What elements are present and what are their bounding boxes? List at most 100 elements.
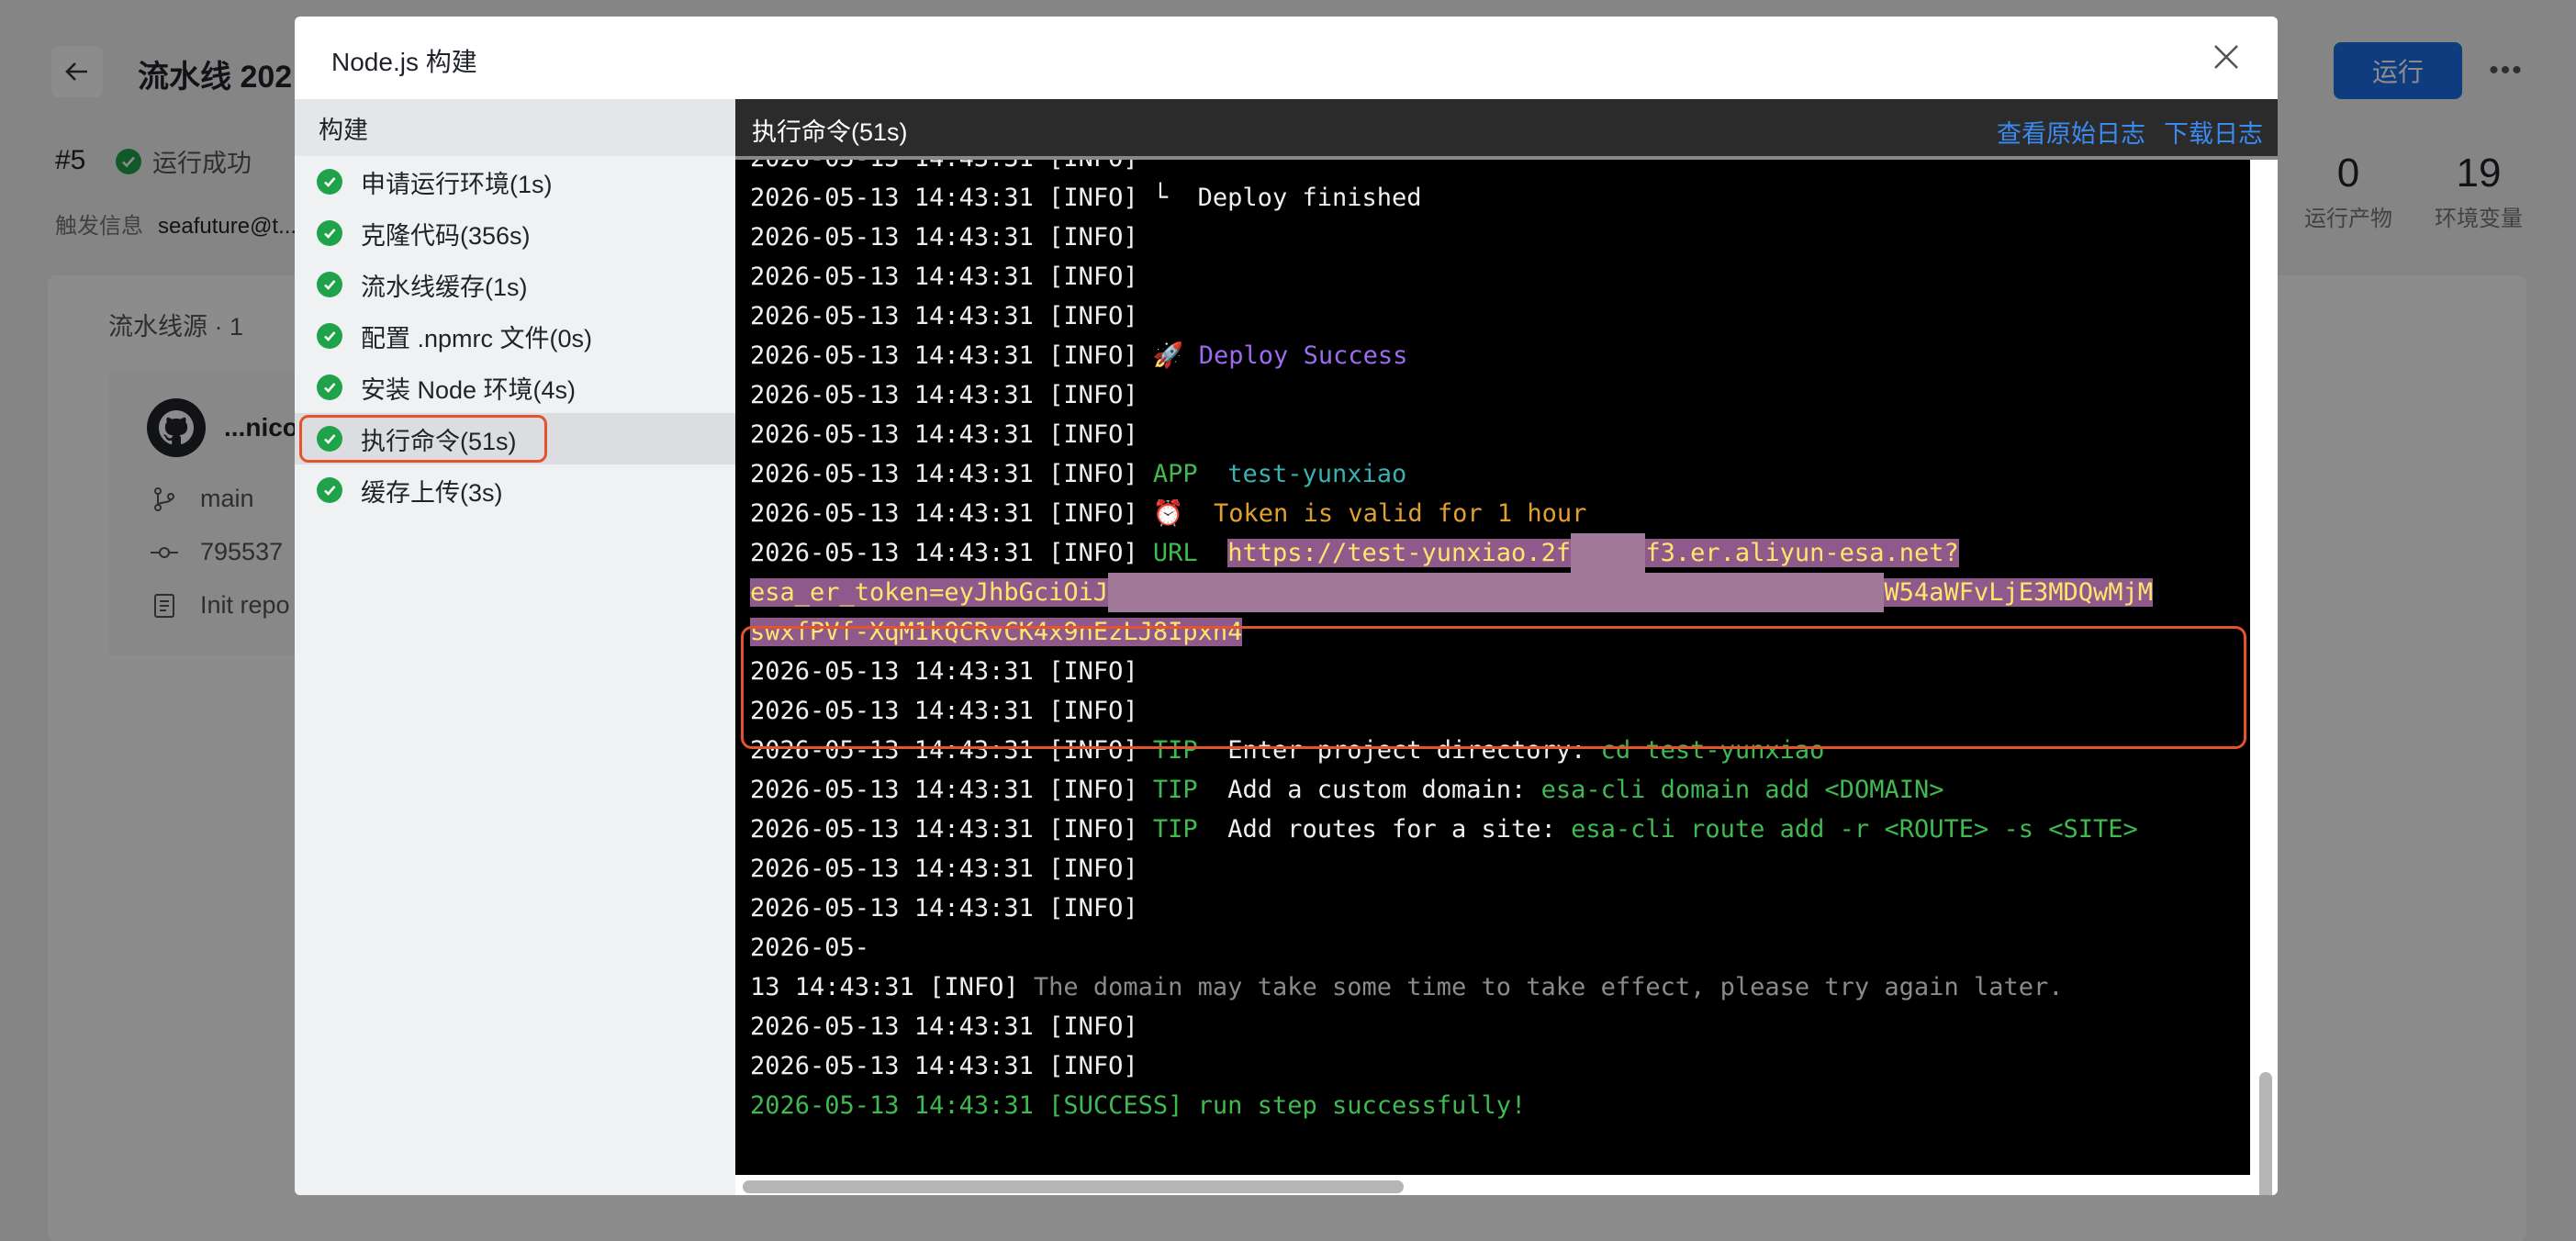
download-log-link[interactable]: 下载日志: [2164, 114, 2263, 150]
check-icon: [317, 477, 342, 503]
step-item[interactable]: 配置 .npmrc 文件(0s): [295, 310, 735, 362]
tip-command: esa-cli route add -r <ROUTE> -s <SITE>: [1571, 815, 2138, 844]
step-label: 申请运行环境(1s): [361, 170, 553, 198]
log-prefix: 2026-05-13 14:43:31 [INFO]: [750, 263, 1138, 291]
close-button[interactable]: [2206, 37, 2246, 77]
view-raw-log-link[interactable]: 查看原始日志: [1997, 114, 2145, 150]
log-title: 执行命令(51s): [752, 118, 908, 146]
sidebar-header: 构建: [295, 99, 735, 156]
log-prefix: 2026-05-13 14:43:31 [INFO]: [750, 894, 1138, 922]
check-icon: [317, 272, 342, 297]
redacted-block: [1108, 573, 1885, 612]
active-step-highlight: [299, 415, 547, 463]
step-label: 缓存上传(3s): [361, 478, 503, 507]
log-text: Deploy Success: [1198, 341, 1408, 370]
log-text: APP: [1152, 460, 1198, 488]
step-item[interactable]: 克隆代码(356s): [295, 207, 735, 259]
log-text: Enter project directory:: [1227, 736, 1601, 765]
log-line: 2026-05-13 14:43:31 [INFO]: [750, 849, 2250, 889]
log-text: test-yunxiao: [1197, 460, 1407, 488]
log-prefix: 2026-05-13 14:43:31 [INFO]: [750, 776, 1138, 804]
tip-key: TIP: [1152, 736, 1198, 765]
url-text: W54aWFvLjE3MDQwMjM: [1884, 578, 2154, 607]
log-prefix: 13 14:43:31 [INFO]: [750, 973, 1019, 1001]
log-line: esa_er_token=eyJhbGciOiJ W54aWFvLjE3MDQw…: [750, 573, 2250, 612]
log-line: 2026-05-13 14:43:31 [INFO]: [750, 652, 2250, 691]
check-icon: [317, 323, 342, 349]
log-terminal[interactable]: 2026-05-13 14:43:31 [INFO]2026-05-13 14:…: [735, 160, 2250, 1175]
log-line: 2026-05-13 14:43:31 [INFO]: [750, 257, 2250, 296]
log-line: 2026-05-13 14:43:31 [INFO]: [750, 296, 2250, 336]
log-text: Token is valid for 1 hour: [1198, 499, 1587, 528]
log-line: 2026-05-13 14:43:31 [INFO] ⏰ Token is va…: [750, 494, 2250, 533]
step-item[interactable]: 申请运行环境(1s): [295, 156, 735, 207]
step-item[interactable]: 缓存上传(3s): [295, 464, 735, 516]
log-line: 2026-05-13 14:43:31 [INFO]: [750, 375, 2250, 415]
log-line: swxfPVf-XqM1kQCRvCK4x9nEzLJ8Ipxn4: [750, 612, 2250, 652]
log-line: 2026-05-13 14:43:31 [INFO] 🚀 Deploy Succ…: [750, 336, 2250, 375]
steps-list: 申请运行环境(1s) 克隆代码(356s) 流水线缓存(1s) 配置 .npmrc 文…: [295, 156, 735, 516]
log-line: 2026-05-13 14:43:31 [INFO]: [750, 218, 2250, 257]
step-item[interactable]: 安装 Node 环境(4s): [295, 362, 735, 413]
log-prefix: 2026-05-13 14:43:31 [INFO]: [750, 736, 1138, 765]
log-line: 2026-05-13 14:43:31 [INFO] TIP Enter pro…: [750, 731, 2250, 770]
log-line: 2026-05-13 14:43:31 [INFO] TIP Add route…: [750, 810, 2250, 849]
step-item[interactable]: 执行命令(51s): [295, 413, 735, 464]
tip-command: esa-cli domain add <DOMAIN>: [1540, 776, 1944, 804]
log-line: 2026-05-13 14:43:31 [SUCCESS] run step s…: [750, 1086, 2250, 1125]
log-line: 2026-05-13 14:43:31 [INFO]: [750, 415, 2250, 454]
log-prefix: 2026-05-: [750, 934, 870, 962]
log-line: 2026-05-13 14:43:31 [INFO] └ Deploy fini…: [750, 178, 2250, 218]
log-line: 2026-05-13 14:43:31 [INFO]: [750, 889, 2250, 928]
log-prefix: 2026-05-13 14:43:31 [INFO]: [750, 697, 1138, 725]
log-prefix: 2026-05-13 14:43:31 [INFO]: [750, 855, 1138, 883]
step-label: 克隆代码(356s): [361, 221, 531, 250]
modal-title: Node.js 构建: [331, 48, 477, 76]
redacted-block: [1571, 533, 1646, 573]
log-prefix: 2026-05-13 14:43:31 [INFO]: [750, 1012, 1138, 1041]
log-line: 2026-05-13 14:43:31 [INFO] URL https://t…: [750, 533, 2250, 573]
log-prefix: 2026-05-13 14:43:31 [INFO]: [750, 420, 1138, 449]
log-prefix: 2026-05-13 14:43:31 [INFO]: [750, 184, 1138, 212]
log-prefix: 2026-05-13 14:43:31 [INFO]: [750, 815, 1138, 844]
log-prefix: 2026-05-13 14:43:31 [INFO]: [750, 302, 1138, 330]
check-icon: [317, 375, 342, 400]
log-line: 2026-05-: [750, 928, 2250, 967]
log-line: 2026-05-13 14:43:31 [INFO] APP test-yunx…: [750, 454, 2250, 494]
log-line: 2026-05-13 14:43:31 [INFO]: [750, 1007, 2250, 1046]
url-text: esa_er_token=eyJhbGciOiJ: [750, 578, 1109, 607]
close-icon: [2214, 45, 2238, 69]
tip-command: cd test-yunxiao: [1600, 736, 1825, 765]
log-text: The domain may take some time to take ef…: [1018, 973, 2064, 1001]
log-line: 2026-05-13 14:43:31 [INFO]: [750, 691, 2250, 731]
log-prefix: 2026-05-13 14:43:31 [INFO]: [750, 160, 1138, 173]
log-line: 2026-05-13 14:43:31 [INFO]: [750, 1046, 2250, 1086]
url-text: f3.er.aliyun-esa.net?: [1645, 539, 1959, 567]
vertical-scroll-thumb[interactable]: [2259, 1072, 2272, 1195]
build-log-modal: Node.js 构建 构建 申请运行环境(1s) 克隆代码(356s) 流水线缓存(…: [295, 17, 2278, 1195]
log-prefix: 2026-05-13 14:43:31 [INFO]: [750, 460, 1138, 488]
step-item[interactable]: 流水线缓存(1s): [295, 259, 735, 310]
modal-header: Node.js 构建: [295, 17, 2278, 99]
log-prefix: 2026-05-13 14:43:31 [INFO]: [750, 381, 1138, 409]
log-prefix: 2026-05-13 14:43:31 [INFO]: [750, 1052, 1138, 1080]
steps-sidebar: 构建 申请运行环境(1s) 克隆代码(356s) 流水线缓存(1s) 配置 .npmr…: [295, 99, 735, 1195]
log-prefix: 2026-05-13 14:43:31 [INFO]: [750, 657, 1138, 686]
log-text: ⏰: [1137, 499, 1199, 528]
log-prefix: 2026-05-13 14:43:31 [INFO]: [750, 539, 1138, 567]
log-prefix: 2026-05-13 14:43:31 [INFO]: [750, 223, 1138, 252]
url-text: https://test-yunxiao.2f: [1227, 539, 1572, 567]
horizontal-scroll-thumb[interactable]: [743, 1180, 1404, 1193]
log-text: └ Deploy finished: [1137, 184, 1422, 212]
log-line: 13 14:43:31 [INFO] The domain may take s…: [750, 967, 2250, 1007]
vertical-scrollbar[interactable]: [2250, 160, 2278, 1175]
log-panel: 执行命令(51s) 查看原始日志 下载日志 2026-05-13 14:43:3…: [735, 99, 2278, 1195]
log-prefix: 2026-05-13 14:43:31 [INFO]: [750, 341, 1138, 370]
log-text: 🚀: [1137, 341, 1199, 370]
log-text: Add routes for a site:: [1227, 815, 1572, 844]
log-text: Add a custom domain:: [1227, 776, 1541, 804]
step-label: 配置 .npmrc 文件(0s): [361, 324, 593, 352]
log-line: 2026-05-13 14:43:31 [INFO] TIP Add a cus…: [750, 770, 2250, 810]
success-line: 2026-05-13 14:43:31 [SUCCESS] run step s…: [750, 1091, 1527, 1120]
